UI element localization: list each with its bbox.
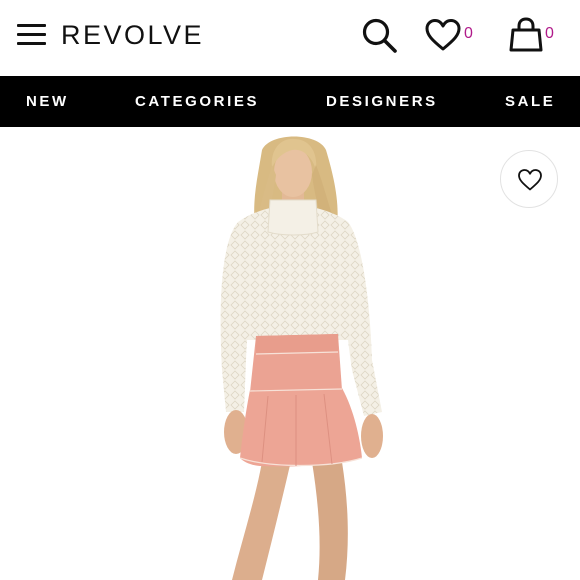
wishlist-count: 0 [464,25,473,42]
product-photo [220,136,383,580]
nav-item-sale[interactable]: SALE [505,76,555,127]
search-icon[interactable] [360,16,398,54]
main-nav: NEW CATEGORIES DESIGNERS SALE [0,76,580,127]
nav-item-designers[interactable]: DESIGNERS [326,76,438,127]
menu-icon[interactable] [17,24,46,46]
nav-item-categories[interactable]: CATEGORIES [135,76,259,127]
nav-item-new[interactable]: NEW [26,76,69,127]
bag-icon[interactable] [508,17,544,53]
product-image[interactable] [0,127,580,580]
cart-count: 0 [545,25,554,42]
site-header: REVOLVE 0 0 [0,0,580,76]
wishlist-heart-icon [518,169,542,191]
add-to-wishlist-button[interactable] [500,150,558,208]
site-logo[interactable]: REVOLVE [61,18,204,52]
heart-icon[interactable] [424,18,462,52]
